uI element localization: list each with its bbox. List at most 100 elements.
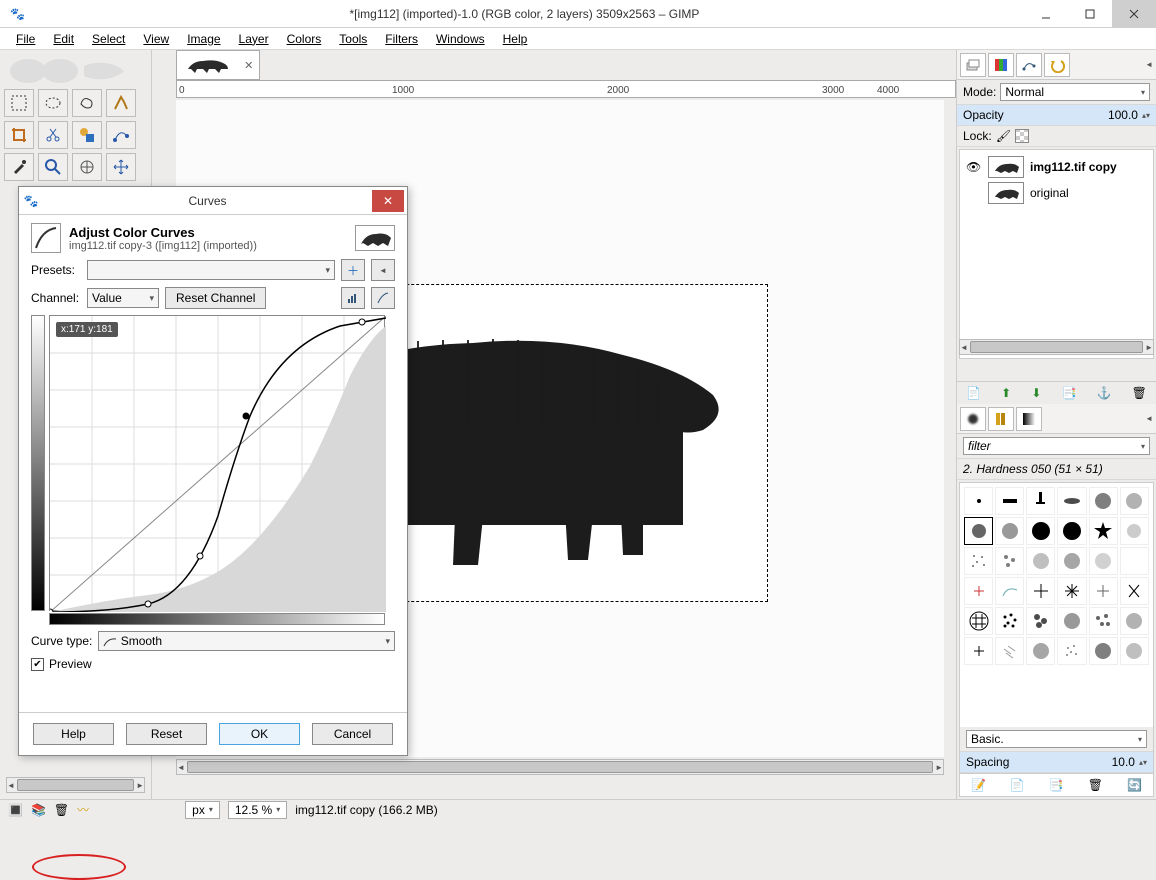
preset-menu-button[interactable]: ◄ (371, 259, 395, 281)
spacing-value[interactable]: 10.0 (1112, 755, 1135, 769)
status-layers-icon[interactable]: 📚 (31, 803, 46, 817)
brush-selected-label: 2. Hardness 050 (51 × 51) (957, 459, 1156, 480)
layer-row[interactable]: original (964, 180, 1149, 206)
toolbox-scroll-thumb[interactable] (17, 779, 134, 791)
zoom-combo[interactable]: 12.5 %▾ (228, 801, 287, 819)
tool-rect-select[interactable] (4, 89, 34, 117)
brush-tab-3[interactable] (1016, 407, 1042, 431)
cancel-button[interactable]: Cancel (312, 723, 393, 745)
image-tab[interactable]: ✕ (176, 50, 260, 80)
layer-row[interactable]: 👁 img112.tif copy (964, 154, 1149, 180)
close-button[interactable] (1112, 0, 1156, 28)
tab-layers-icon[interactable] (960, 53, 986, 77)
status-swatch-icon[interactable]: 🔳 (8, 803, 23, 817)
brush-filter[interactable]: filter▾ (963, 437, 1150, 455)
mode-combo[interactable]: Normal▾ (1000, 83, 1150, 101)
menu-file[interactable]: File (8, 30, 43, 48)
edit-brush-icon[interactable]: 📝 (971, 778, 986, 792)
tool-move[interactable] (106, 153, 136, 181)
dialog-title: Curves (43, 194, 372, 208)
toolbox-scroll-right[interactable]: ► (136, 781, 144, 790)
tool-fuzzy-select[interactable] (106, 89, 136, 117)
curve-type-combo[interactable]: Smooth ▾ (98, 631, 395, 651)
tool-measure[interactable] (72, 153, 102, 181)
tool-free-select[interactable] (72, 89, 102, 117)
ok-button[interactable]: OK (219, 723, 300, 745)
tool-crop[interactable] (4, 121, 34, 149)
reset-button[interactable]: Reset (126, 723, 207, 745)
tab-paths-icon[interactable] (1016, 53, 1042, 77)
duplicate-layer-icon[interactable]: 📑 (1062, 386, 1077, 400)
brush-tab-2[interactable] (988, 407, 1014, 431)
menu-windows[interactable]: Windows (428, 30, 493, 48)
brush-tab-1[interactable] (960, 407, 986, 431)
dialog-heading: Adjust Color Curves (69, 225, 257, 240)
presets-combo[interactable]: ▾ (87, 260, 335, 280)
canvas-scroll-h[interactable]: ◄► (176, 759, 944, 775)
preview-checkbox[interactable]: ✔ Preview (31, 657, 92, 671)
anchor-layer-icon[interactable]: ⚓ (1097, 386, 1112, 400)
tool-ellipse-select[interactable] (38, 89, 68, 117)
minimize-button[interactable] (1024, 0, 1068, 28)
maximize-button[interactable] (1068, 0, 1112, 28)
dialog-close-button[interactable]: ✕ (372, 190, 404, 212)
new-layer-icon[interactable]: 📄 (966, 386, 981, 400)
mode-label: Mode: (963, 85, 996, 99)
tab-undo-icon[interactable] (1044, 53, 1070, 77)
histogram-linear-button[interactable] (341, 287, 365, 309)
refresh-brush-icon[interactable]: 🔄 (1127, 778, 1142, 792)
reset-channel-button[interactable]: Reset Channel (165, 287, 266, 309)
curve-type-label: Curve type: (31, 634, 92, 648)
channel-label: Channel: (31, 291, 81, 305)
menu-view[interactable]: View (135, 30, 177, 48)
wilber-logo (4, 56, 144, 86)
histogram-log-button[interactable] (371, 287, 395, 309)
layers-list: 👁 img112.tif copy original (959, 149, 1154, 359)
tool-zoom[interactable] (38, 153, 68, 181)
delete-layer-icon[interactable]: 🗑 (1132, 386, 1147, 400)
layer-name[interactable]: img112.tif copy (1030, 160, 1117, 174)
menu-image[interactable]: Image (179, 30, 228, 48)
tool-scissors[interactable] (38, 121, 68, 149)
unit-combo[interactable]: px▾ (185, 801, 220, 819)
tab-channels-icon[interactable] (988, 53, 1014, 77)
toolbox-scroll-left[interactable]: ◄ (7, 781, 15, 790)
tool-foreground-select[interactable] (72, 121, 102, 149)
panel-menu-icon[interactable]: ◄ (1145, 60, 1153, 69)
duplicate-brush-icon[interactable]: 📑 (1049, 778, 1064, 792)
dialog-preview-thumb (355, 225, 395, 251)
curve-editor[interactable]: x:171 y:181 (49, 315, 385, 611)
channel-combo[interactable]: Value▾ (87, 288, 159, 308)
lock-alpha-icon[interactable] (1015, 129, 1029, 143)
new-brush-icon[interactable]: 📄 (1010, 778, 1025, 792)
visibility-icon[interactable]: 👁 (966, 160, 982, 174)
help-button[interactable]: Help (33, 723, 114, 745)
raise-layer-icon[interactable]: ⬆ (1001, 386, 1011, 400)
coord-readout: x:171 y:181 (56, 322, 118, 337)
tool-color-picker[interactable] (4, 153, 34, 181)
menu-layer[interactable]: Layer (231, 30, 277, 48)
menu-tools[interactable]: Tools (331, 30, 375, 48)
app-icon: 🐾 (10, 7, 25, 21)
status-trash-icon[interactable]: 🗑 (54, 803, 69, 817)
menu-help[interactable]: Help (495, 30, 536, 48)
annotation-ellipse-preview (32, 854, 126, 880)
menu-select[interactable]: Select (84, 30, 133, 48)
lock-paint-icon[interactable]: 🖌 (996, 129, 1011, 143)
brush-grid[interactable] (960, 483, 1153, 727)
status-path-icon[interactable]: 〰 (77, 801, 89, 818)
opacity-value[interactable]: 100.0 (1108, 108, 1138, 122)
add-preset-button[interactable]: ＋ (341, 259, 365, 281)
lower-layer-icon[interactable]: ⬇ (1031, 386, 1041, 400)
brush-preset-combo[interactable]: Basic.▾ (966, 730, 1147, 748)
tool-paths[interactable] (106, 121, 136, 149)
delete-brush-icon[interactable]: 🗑 (1088, 778, 1103, 792)
brush-panel-menu-icon[interactable]: ◄ (1145, 414, 1153, 423)
window-title: *[img112] (imported)-1.0 (RGB color, 2 l… (25, 7, 1024, 21)
spacing-label: Spacing (966, 755, 1108, 769)
menu-filters[interactable]: Filters (377, 30, 426, 48)
menu-colors[interactable]: Colors (279, 30, 330, 48)
menu-edit[interactable]: Edit (45, 30, 82, 48)
layer-name[interactable]: original (1030, 186, 1069, 200)
tab-close-icon[interactable]: ✕ (244, 59, 253, 72)
